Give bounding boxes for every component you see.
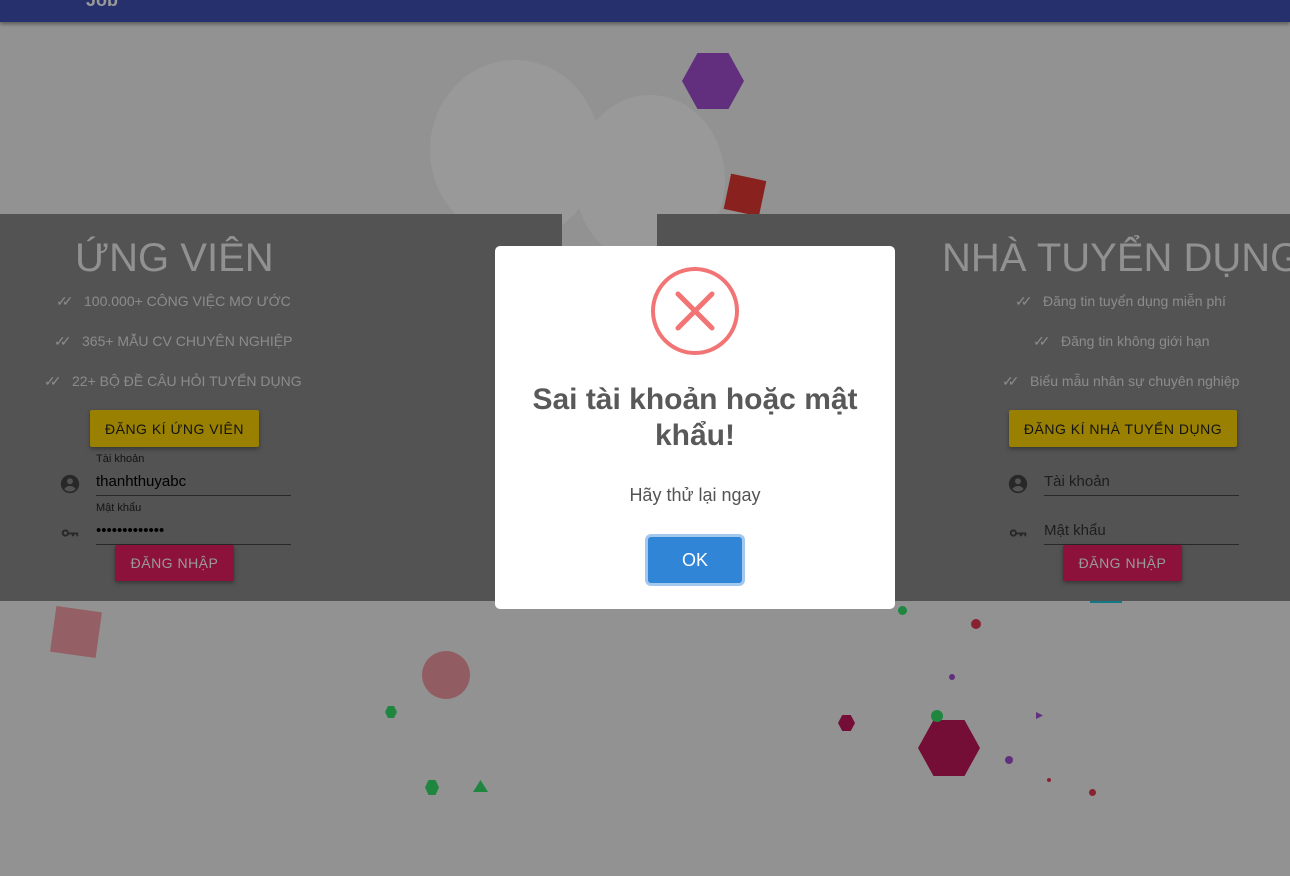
dialog-title: Sai tài khoản hoặc mật khẩu! bbox=[532, 383, 858, 452]
error-x-icon bbox=[651, 267, 739, 355]
ok-button[interactable]: OK bbox=[648, 537, 742, 583]
dialog-message: Hãy thử lại ngay bbox=[629, 485, 761, 505]
error-dialog: Sai tài khoản hoặc mật khẩu! Hãy thử lại… bbox=[495, 246, 895, 609]
